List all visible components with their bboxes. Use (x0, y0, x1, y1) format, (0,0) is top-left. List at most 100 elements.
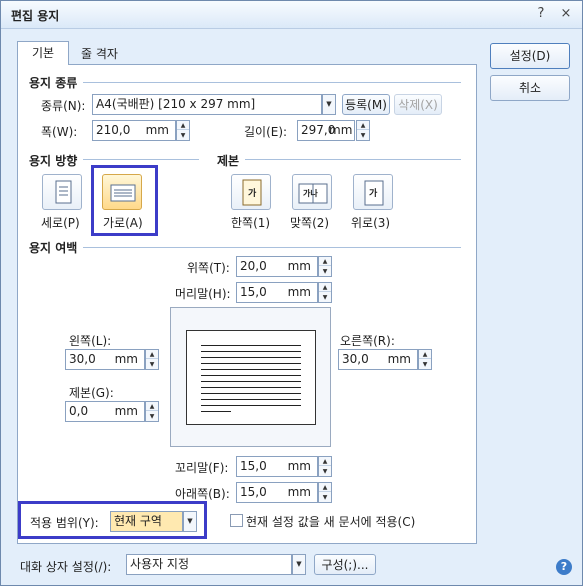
dialog-setting-label: 대화 상자 설정(/): (20, 560, 112, 574)
margin-top-label: 위쪽(T): (187, 261, 230, 275)
margin-footer-value: 15,0 (240, 459, 267, 473)
margin-header-input[interactable]: 15,0 mm (236, 282, 318, 303)
landscape-highlight-box (91, 165, 158, 236)
preview-text-line (201, 399, 301, 400)
margin-top-value: 20,0 (240, 259, 267, 273)
margin-left-unit: mm (114, 352, 138, 366)
close-icon[interactable]: × (557, 5, 575, 23)
portrait-page-icon (55, 180, 72, 204)
chevron-down-icon[interactable]: ▼ (292, 554, 306, 575)
register-button[interactable]: 등록(M) (342, 94, 390, 115)
preview-text-line (201, 351, 301, 352)
margin-left-value: 30,0 (69, 352, 96, 366)
paper-kind-label: 종류(N): (41, 99, 86, 113)
delete-button[interactable]: 삭제(X) (394, 94, 442, 115)
margin-footer-stepper[interactable]: ▲ ▼ (318, 456, 332, 477)
margin-gutter-input[interactable]: 0,0 mm (65, 401, 145, 422)
margin-right-label: 오른쪽(R): (340, 334, 395, 348)
preview-text-line (201, 387, 301, 388)
margin-bottom-unit: mm (287, 485, 311, 499)
width-stepper[interactable]: ▲ ▼ (176, 120, 190, 141)
width-value: 210,0 (96, 123, 131, 137)
preview-text-line (201, 369, 301, 370)
group-paper-type: 용지 종류 (29, 74, 84, 91)
margin-right-unit: mm (387, 352, 411, 366)
width-label: 폭(W): (41, 125, 78, 139)
group-binding: 제본 (217, 152, 246, 169)
margin-right-input[interactable]: 30,0 mm (338, 349, 418, 370)
paper-preview (170, 307, 331, 447)
preview-text-line (201, 375, 301, 376)
dialog-setting-value: 사용자 지정 (130, 557, 190, 571)
binding-top-button[interactable]: 가 (353, 174, 393, 210)
margin-right-stepper[interactable]: ▲ ▼ (418, 349, 432, 370)
chevron-down-icon[interactable]: ▼ (322, 94, 336, 115)
margin-bottom-stepper[interactable]: ▲ ▼ (318, 482, 332, 503)
preview-text-line (201, 357, 301, 358)
margin-left-stepper[interactable]: ▲ ▼ (145, 349, 159, 370)
apply-new-doc-label: 현재 설정 값을 새 문서에 적용(C) (246, 515, 416, 529)
margin-bottom-input[interactable]: 15,0 mm (236, 482, 318, 503)
help-icon[interactable]: ? (556, 559, 572, 575)
tab-basic[interactable]: 기본 (17, 41, 69, 65)
binding-facing-button[interactable]: 가나 (292, 174, 332, 210)
config-button[interactable]: 구성(;)... (314, 554, 376, 575)
margin-bottom-label: 아래쪽(B): (175, 487, 230, 501)
binding-single-icon-text: 가 (248, 189, 257, 199)
portrait-label: 세로(P) (41, 216, 80, 230)
dialog-setting-select[interactable]: 사용자 지정 (126, 554, 292, 575)
help-title-icon[interactable]: ? (532, 5, 550, 23)
margin-top-stepper[interactable]: ▲ ▼ (318, 256, 332, 277)
binding-facing-icon-text: 가나 (303, 189, 318, 198)
preview-text-line (201, 345, 301, 346)
margin-footer-unit: mm (287, 459, 311, 473)
preview-page (186, 330, 316, 425)
divider (31, 82, 461, 83)
preview-text-line (201, 363, 301, 364)
binding-top-label: 위로(3) (351, 216, 391, 230)
margin-bottom-value: 15,0 (240, 485, 267, 499)
margin-right-value: 30,0 (342, 352, 369, 366)
binding-single-label: 한쪽(1) (231, 216, 271, 230)
margin-gutter-stepper[interactable]: ▲ ▼ (145, 401, 159, 422)
margin-header-value: 15,0 (240, 285, 267, 299)
margin-gutter-label: 제본(G): (69, 386, 114, 400)
ok-button[interactable]: 설정(D) (490, 43, 570, 69)
width-input[interactable]: 210,0 mm (92, 120, 176, 141)
margin-header-unit: mm (287, 285, 311, 299)
margin-top-unit: mm (287, 259, 311, 273)
cancel-button[interactable]: 취소 (490, 75, 570, 101)
margin-header-label: 머리말(H): (175, 287, 231, 301)
margin-left-input[interactable]: 30,0 mm (65, 349, 145, 370)
height-stepper[interactable]: ▲ ▼ (356, 120, 370, 141)
preview-text-line (201, 411, 231, 412)
apply-range-highlight-box (18, 501, 207, 539)
margin-gutter-value: 0,0 (69, 404, 89, 418)
paper-kind-value: A4(국배판) [210 x 297 mm] (96, 97, 256, 111)
preview-text-line (201, 381, 301, 382)
binding-top-icon-text: 가 (369, 189, 378, 199)
preview-text-line (201, 405, 301, 406)
binding-single-button[interactable]: 가 (231, 174, 271, 210)
dialog-title: 편집 용지 (11, 9, 60, 23)
margin-footer-label: 꼬리말(F): (175, 461, 229, 475)
binding-facing-label: 맞쪽(2) (290, 216, 330, 230)
divider (217, 159, 461, 160)
apply-new-doc-checkbox[interactable] (230, 514, 243, 527)
paper-kind-select[interactable]: A4(국배판) [210 x 297 mm] (92, 94, 322, 115)
height-label: 길이(E): (244, 125, 288, 139)
edit-paper-dialog: 편집 용지 ? × 기본 줄 격자 설정(D) 취소 용지 종류 종류(N): … (0, 0, 583, 586)
margin-footer-input[interactable]: 15,0 mm (236, 456, 318, 477)
height-unit: mm (329, 123, 353, 137)
margin-left-label: 왼쪽(L): (69, 334, 112, 348)
title-bar: 편집 용지 ? × (1, 1, 582, 29)
margin-header-stepper[interactable]: ▲ ▼ (318, 282, 332, 303)
margin-gutter-unit: mm (114, 404, 138, 418)
preview-text-line (201, 393, 301, 394)
portrait-button[interactable] (42, 174, 82, 210)
group-margins: 용지 여백 (29, 239, 84, 256)
width-unit: mm (145, 123, 169, 137)
divider (31, 247, 461, 248)
group-orientation: 용지 방향 (29, 152, 84, 169)
margin-top-input[interactable]: 20,0 mm (236, 256, 318, 277)
